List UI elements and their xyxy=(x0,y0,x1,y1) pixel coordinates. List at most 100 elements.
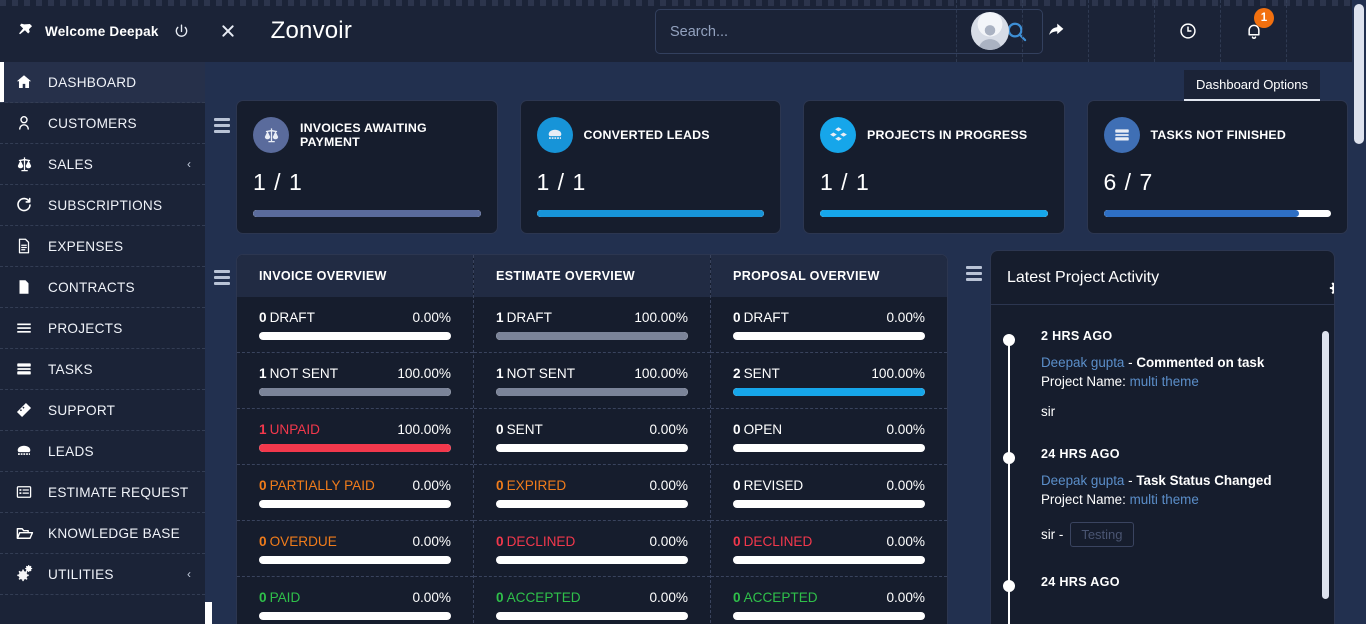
sidebar-item-label: SUBSCRIPTIONS xyxy=(48,198,162,213)
sidebar-item-subscriptions[interactable]: SUBSCRIPTIONS xyxy=(0,185,205,226)
overview-drag-handle[interactable] xyxy=(214,270,230,285)
sidebar-item-utilities[interactable]: UTILITIES‹ xyxy=(0,554,205,595)
overview-row-count: 0 xyxy=(496,422,504,437)
activity-action: Commented on task xyxy=(1136,355,1264,370)
stat-card-progress xyxy=(253,210,481,217)
sidebar-item-expenses[interactable]: EXPENSES xyxy=(0,226,205,267)
overview-row-percent: 0.00% xyxy=(412,590,451,605)
overview-row-label: DECLINED xyxy=(744,534,813,549)
sidebar-scrollbar-thumb[interactable] xyxy=(205,602,212,624)
overview-row-percent: 100.00% xyxy=(634,310,688,325)
activity-item: 2 HRS AGODeepak gupta - Commented on tas… xyxy=(991,329,1334,419)
page-scrollbar-thumb[interactable] xyxy=(1354,4,1364,144)
latest-project-activity-panel: Latest Project Activity 2 HRS AGODeepak … xyxy=(990,250,1335,624)
sidebar-scrollbar[interactable] xyxy=(205,62,212,624)
overview-row-progress xyxy=(259,612,451,620)
activity-project-link[interactable]: multi theme xyxy=(1130,374,1199,389)
gears-icon xyxy=(0,565,48,584)
activity-user-link[interactable]: Deepak gupta xyxy=(1041,473,1124,488)
search-input[interactable] xyxy=(656,24,990,40)
top-bar: Welcome Deepak Zonvoir xyxy=(0,0,1352,62)
overview-row-percent: 0.00% xyxy=(649,534,688,549)
overview-row: 0DECLINED0.00% xyxy=(474,521,710,577)
overview-row-count: 1 xyxy=(496,310,504,325)
user-icon xyxy=(0,114,48,132)
activity-user-link[interactable]: Deepak gupta xyxy=(1041,355,1124,370)
sidebar-item-knowledge-base[interactable]: KNOWLEDGE BASE xyxy=(0,513,205,554)
sidebar-item-estimate-request[interactable]: ESTIMATE REQUEST xyxy=(0,472,205,513)
activity-drag-handle[interactable] xyxy=(966,266,982,281)
stat-card[interactable]: CONVERTED LEADS1 / 1 xyxy=(520,100,782,234)
timeline-dot xyxy=(1003,580,1015,592)
overview-row-progress xyxy=(259,388,451,396)
activity-scrollbar[interactable] xyxy=(1322,331,1329,624)
sidebar-item-support[interactable]: SUPPORT xyxy=(0,390,205,431)
overview-row-count: 0 xyxy=(733,422,741,437)
welcome-block[interactable]: Welcome Deepak xyxy=(0,0,159,62)
overview-row-progress xyxy=(259,444,451,452)
list-box-icon xyxy=(0,483,48,501)
overview-row-count: 1 xyxy=(259,422,267,437)
stat-card[interactable]: PROJECTS IN PROGRESS 1 / 1 xyxy=(803,100,1065,234)
overview-row-progress xyxy=(259,556,451,564)
sidebar-item-contracts[interactable]: CONTRACTS xyxy=(0,267,205,308)
stat-card-progress xyxy=(820,210,1048,217)
chevron-left-icon: ‹ xyxy=(187,157,191,171)
overview-row-label: NOT SENT xyxy=(507,366,575,381)
sidebar-item-leads[interactable]: LEADS xyxy=(0,431,205,472)
top-right-icons: 1 xyxy=(956,0,1352,62)
overview-row: 0ACCEPTED0.00% xyxy=(474,577,710,624)
overview-column: INVOICE OVERVIEW0DRAFT0.00%1NOT SENT100.… xyxy=(237,255,473,624)
overview-row-count: 0 xyxy=(259,478,267,493)
stat-card-head: PROJECTS IN PROGRESS xyxy=(820,117,1048,153)
gear-icon[interactable] xyxy=(1322,273,1335,303)
overview-row-progress xyxy=(733,612,925,620)
sidebar-item-tasks[interactable]: TASKS xyxy=(0,349,205,390)
overview-row: 1UNPAID100.00% xyxy=(237,409,473,465)
overview-row-progress xyxy=(259,500,451,508)
overview-row-progress xyxy=(733,332,925,340)
avatar[interactable] xyxy=(956,0,1022,62)
overview-row: 0DECLINED0.00% xyxy=(711,521,947,577)
bell-icon[interactable]: 1 xyxy=(1220,0,1286,62)
page-scrollbar[interactable] xyxy=(1352,0,1366,624)
overview-row-label: NOT SENT xyxy=(270,366,338,381)
sidebar-item-label: CONTRACTS xyxy=(48,280,135,295)
activity-item: 24 HRS AGO xyxy=(991,575,1334,589)
stat-card[interactable]: INVOICES AWAITING PAYMENT1 / 1 xyxy=(236,100,498,234)
sidebar-item-label: TASKS xyxy=(48,362,93,377)
sidebar-item-sales[interactable]: SALES‹ xyxy=(0,144,205,185)
sidebar-item-customers[interactable]: CUSTOMERS xyxy=(0,103,205,144)
power-icon[interactable] xyxy=(159,0,205,62)
activity-project-link[interactable]: multi theme xyxy=(1130,492,1199,507)
overview-row-count: 1 xyxy=(259,366,267,381)
sidebar-item-projects[interactable]: PROJECTS xyxy=(0,308,205,349)
activity-time: 24 HRS AGO xyxy=(1041,447,1308,461)
overview-row-count: 0 xyxy=(496,534,504,549)
clock-icon[interactable] xyxy=(1154,0,1220,62)
overview-row-count: 0 xyxy=(496,478,504,493)
overview-row-percent: 0.00% xyxy=(886,478,925,493)
divider-slot xyxy=(1088,0,1154,62)
stat-card-progress xyxy=(1104,210,1332,217)
timeline-dot xyxy=(1003,452,1015,464)
main-content: Dashboard Options INVOICES AWAITING PAYM… xyxy=(212,62,1352,624)
overview-row-count: 0 xyxy=(733,534,741,549)
sidebar-item-label: LEADS xyxy=(48,444,94,459)
overview-row: 1DRAFT100.00% xyxy=(474,297,710,353)
file-lines-icon xyxy=(0,237,48,255)
stat-card-title: TASKS NOT FINISHED xyxy=(1151,128,1287,142)
close-icon[interactable] xyxy=(205,0,251,62)
share-arrow-icon[interactable] xyxy=(1022,0,1088,62)
activity-scrollbar-thumb[interactable] xyxy=(1322,331,1329,599)
overview-row-percent: 0.00% xyxy=(412,478,451,493)
cards-drag-handle[interactable] xyxy=(214,118,230,133)
activity-time: 2 HRS AGO xyxy=(1041,329,1308,343)
stat-card[interactable]: TASKS NOT FINISHED6 / 7 xyxy=(1087,100,1349,234)
sidebar-item-dashboard[interactable]: DASHBOARD xyxy=(0,62,205,103)
stat-card-value: 1 / 1 xyxy=(820,169,1048,196)
overview-row-count: 2 xyxy=(733,366,741,381)
overview-row-label: OVERDUE xyxy=(270,534,337,549)
stat-card-head: INVOICES AWAITING PAYMENT xyxy=(253,117,481,153)
overview-row-count: 1 xyxy=(496,366,504,381)
